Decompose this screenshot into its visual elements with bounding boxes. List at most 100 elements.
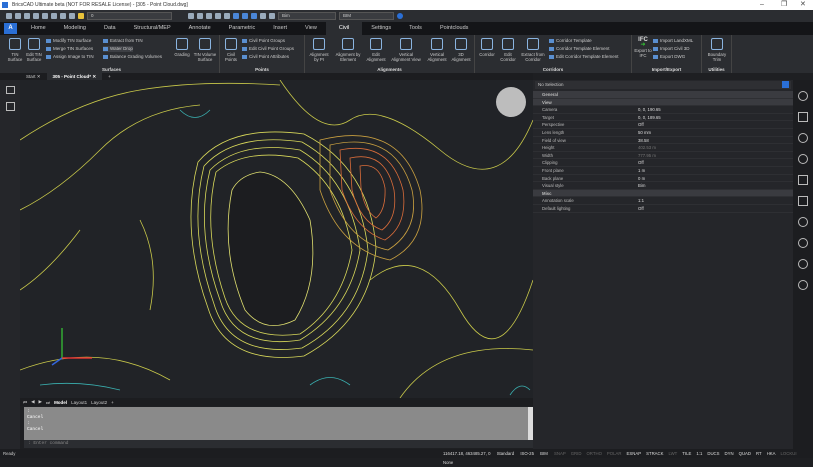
- modify-tin-surface-button[interactable]: Modify TIN Surface: [46, 38, 91, 44]
- export-to-ifc-button[interactable]: IFC ➜ Export to IFC: [634, 37, 652, 58]
- edit-corridor-template-element-button[interactable]: Edit Corridor Template Element: [549, 54, 618, 60]
- tab-view[interactable]: View: [296, 22, 326, 35]
- alignment-by-pi-button[interactable]: Alignment by PI: [307, 38, 331, 62]
- command-input[interactable]: : Enter command: [24, 440, 533, 448]
- view-icon[interactable]: [242, 13, 248, 19]
- property-row[interactable]: Field of view 38.58: [533, 137, 793, 145]
- vertical-alignment-view-button[interactable]: Vertical Alignment View: [389, 38, 423, 62]
- maximize-button[interactable]: ❐: [781, 0, 787, 10]
- property-row[interactable]: Back plane 0 m: [533, 175, 793, 183]
- edit-tin-surface-button[interactable]: Edit TIN Surface: [25, 38, 43, 62]
- layers-icon[interactable]: [798, 217, 808, 227]
- export-dwg-button[interactable]: Export DWG: [653, 54, 685, 60]
- status-toggle-ortho[interactable]: ORTHO: [584, 449, 603, 458]
- lightbulb-icon[interactable]: [798, 91, 808, 101]
- navigation-wheel[interactable]: [496, 87, 526, 117]
- property-row[interactable]: Lens length 50 mm: [533, 129, 793, 137]
- tab-tools[interactable]: Tools: [400, 22, 431, 35]
- edit-alignment-button[interactable]: Edit Alignment: [365, 38, 387, 62]
- tool-icon[interactable]: [206, 13, 212, 19]
- beam-icon[interactable]: [798, 196, 808, 206]
- prev-layout-icon[interactable]: ◀: [31, 399, 34, 405]
- close-button[interactable]: ✕: [800, 0, 806, 10]
- status-toggle-none[interactable]: None: [441, 458, 455, 467]
- property-row[interactable]: Width 777.95 m: [533, 152, 793, 160]
- corridor-template-element-button[interactable]: Corridor Template Element: [549, 46, 609, 52]
- property-row[interactable]: Target 0, 0, 189.65: [533, 114, 793, 122]
- view-icon[interactable]: [233, 13, 239, 19]
- edit-corridor-button[interactable]: Edit Corridor: [498, 38, 518, 62]
- layer-select[interactable]: 0: [87, 12, 172, 20]
- workspace-status[interactable]: BIM: [538, 449, 550, 458]
- home-icon[interactable]: [5, 86, 15, 94]
- import-landxml-button[interactable]: Import LandXML: [653, 38, 693, 44]
- view-icon[interactable]: [251, 13, 257, 19]
- toggle-pickadd-icon[interactable]: [782, 81, 789, 88]
- text-style[interactable]: Standard: [495, 449, 516, 458]
- tab-home[interactable]: Home: [22, 22, 55, 35]
- property-row[interactable]: Height 402.53 m: [533, 144, 793, 152]
- new-tab-button[interactable]: +: [102, 73, 117, 80]
- boundary-trim-button[interactable]: Boundary Trim: [705, 38, 729, 62]
- doc-tab-start[interactable]: Start ✕: [20, 73, 47, 80]
- corridor-button[interactable]: Corridor: [477, 38, 497, 57]
- help-icon[interactable]: [397, 13, 403, 19]
- print-icon[interactable]: [42, 13, 48, 19]
- cloud-icon[interactable]: [798, 259, 808, 269]
- tab-data[interactable]: Data: [95, 22, 125, 35]
- tool-icon[interactable]: [224, 13, 230, 19]
- grading-button[interactable]: Grading: [172, 38, 192, 57]
- star-icon[interactable]: [798, 280, 808, 290]
- status-toggle-11[interactable]: 1:1: [694, 449, 704, 458]
- status-toggle-lockui[interactable]: LOCKUI: [779, 449, 799, 458]
- app-menu-button[interactable]: A: [4, 23, 17, 34]
- import-civil3d-button[interactable]: Import Civil 3D: [653, 46, 690, 52]
- tab-pointclouds[interactable]: Pointclouds: [431, 22, 477, 35]
- property-row[interactable]: Default lighting Off: [533, 205, 793, 213]
- drawing-canvas[interactable]: [20, 80, 533, 398]
- tab-parametric[interactable]: Parametric: [220, 22, 265, 35]
- ruler-icon[interactable]: [798, 175, 808, 185]
- dim-style[interactable]: ISO-25: [518, 449, 536, 458]
- status-toggle-strack[interactable]: STRACK: [644, 449, 665, 458]
- tool-icon[interactable]: [188, 13, 194, 19]
- next-layout-icon[interactable]: ▶: [39, 399, 42, 405]
- plot-icon[interactable]: [51, 13, 57, 19]
- workspace-select[interactable]: BIM: [339, 12, 394, 20]
- doc-tab-point-cloud[interactable]: 305 - Point Cloud* ✕: [46, 73, 103, 80]
- status-toggle-esnap[interactable]: ESNAP: [625, 449, 644, 458]
- property-row[interactable]: Visual style Bim: [533, 182, 793, 190]
- status-toggle-snap[interactable]: SNAP: [552, 449, 568, 458]
- status-toggle-quad[interactable]: QUAD: [737, 449, 753, 458]
- save-as-icon[interactable]: [33, 13, 39, 19]
- property-category[interactable]: Misc: [533, 189, 793, 198]
- structure-icon[interactable]: [5, 102, 15, 111]
- tool-icon[interactable]: [215, 13, 221, 19]
- status-toggle-lwt[interactable]: LWT: [667, 449, 680, 458]
- tin-surface-button[interactable]: TIN Surface: [6, 38, 24, 62]
- water-drop-button[interactable]: Water Drop: [103, 46, 133, 52]
- balance-grading-button[interactable]: Balance Grading Volumes: [103, 54, 162, 60]
- save-icon[interactable]: [24, 13, 30, 19]
- open-icon[interactable]: [15, 13, 21, 19]
- property-row[interactable]: Annotation scale 1:1: [533, 197, 793, 205]
- undo-icon[interactable]: [60, 13, 66, 19]
- cube-icon[interactable]: [798, 238, 808, 248]
- add-layout-button[interactable]: +: [111, 400, 114, 405]
- sound-icon[interactable]: [798, 154, 808, 164]
- alignment-by-element-button[interactable]: Alignment by Element: [333, 38, 363, 62]
- property-row[interactable]: Front plane 1 m: [533, 167, 793, 175]
- tab-civil[interactable]: Civil: [325, 22, 363, 35]
- tool-icon[interactable]: [197, 13, 203, 19]
- new-icon[interactable]: [6, 13, 12, 19]
- civil-point-groups-button[interactable]: Civil Point Groups: [242, 38, 285, 44]
- status-toggle-ducs[interactable]: DUCS: [705, 449, 721, 458]
- tool-icon[interactable]: [260, 13, 266, 19]
- last-layout-icon[interactable]: ⏭: [46, 400, 50, 405]
- property-row[interactable]: Camera 0, 0, 190.65: [533, 106, 793, 114]
- extract-from-tin-button[interactable]: Extract from TIN: [103, 38, 143, 44]
- redo-icon[interactable]: [69, 13, 75, 19]
- civil-point-attributes-button[interactable]: Civil Point Attributes: [242, 54, 289, 60]
- merge-tin-surfaces-button[interactable]: Merge TIN Surfaces: [46, 46, 93, 52]
- tab-annotate[interactable]: Annotate: [180, 22, 220, 35]
